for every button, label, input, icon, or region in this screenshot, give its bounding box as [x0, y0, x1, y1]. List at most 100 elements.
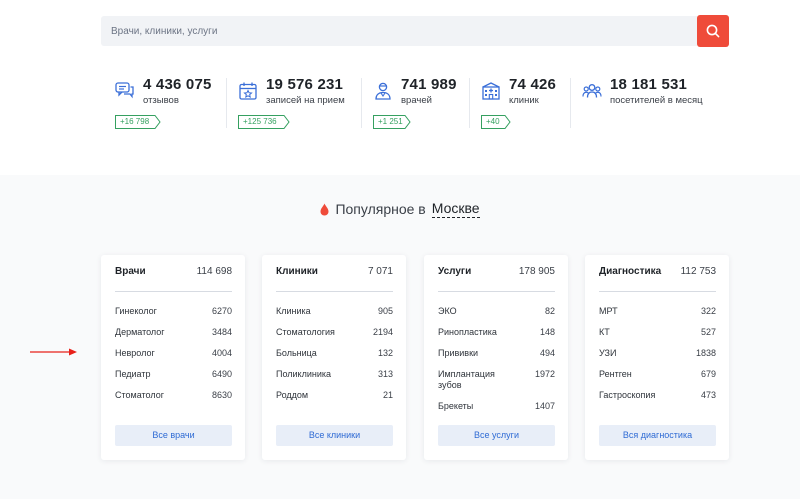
stat-value: 741 989 [401, 76, 457, 93]
item-name: Роддом [276, 390, 309, 400]
visitors-icon [582, 84, 602, 98]
all-diagnostics-button[interactable]: Вся диагностика [599, 425, 716, 446]
stat-label: посетителей в месяц [610, 95, 703, 106]
list-item[interactable]: ЭКО 82 [438, 306, 555, 317]
list-item[interactable]: Роддом 21 [276, 390, 393, 401]
stat-delta-badge: +16 798 [115, 115, 161, 129]
list-item[interactable]: Дерматолог 3484 [115, 327, 232, 338]
list-item[interactable]: КТ 527 [599, 327, 716, 338]
list-item[interactable]: Стоматолог 8630 [115, 390, 232, 401]
location-drop-icon [320, 203, 329, 215]
item-count: 1972 [534, 369, 555, 379]
item-count: 322 [700, 306, 716, 316]
list-item[interactable]: Ринопластика 148 [438, 327, 555, 338]
divider [469, 78, 470, 128]
item-count: 8630 [211, 390, 232, 400]
list-item[interactable]: Прививки 494 [438, 348, 555, 359]
item-count: 3484 [211, 327, 232, 337]
card-header: Врачи 114 698 [115, 266, 232, 277]
stat-reviews: 4 436 075 отзывов +16 798 [115, 76, 225, 136]
stat-clinics: 74 426 клиник +40 [481, 76, 566, 136]
all-clinics-button[interactable]: Все клиники [276, 425, 393, 446]
item-name: Прививки [438, 348, 479, 358]
stat-delta: +40 [486, 117, 500, 126]
card-title[interactable]: Услуги [438, 266, 471, 277]
item-name: Имплантация зубов [438, 369, 495, 390]
card-count: 178 905 [518, 266, 555, 277]
list-item[interactable]: Поликлиника 313 [276, 369, 393, 380]
list-item[interactable]: УЗИ 1838 [599, 348, 716, 359]
card-title[interactable]: Диагностика [599, 266, 661, 277]
city-selector[interactable]: Москве [431, 200, 480, 218]
list-item[interactable]: Клиника 905 [276, 306, 393, 317]
item-name: Рентген [599, 369, 632, 379]
item-name: Гастроскопия [599, 390, 656, 400]
list-item[interactable]: Больница 132 [276, 348, 393, 359]
item-count: 148 [539, 327, 555, 337]
stat-value: 74 426 [509, 76, 557, 93]
list-item[interactable]: Гастроскопия 473 [599, 390, 716, 401]
search-input[interactable] [101, 16, 697, 46]
stat-appointments: 19 576 231 записей на прием +125 736 [238, 76, 368, 136]
divider [361, 78, 362, 128]
item-name: Поликлиника [276, 369, 332, 379]
item-count: 6270 [211, 306, 232, 316]
list-item[interactable]: Педиатр 6490 [115, 369, 232, 380]
list-item[interactable]: Имплантация зубов 1972 [438, 369, 555, 391]
card-divider [115, 291, 232, 292]
item-count: 1407 [534, 401, 555, 411]
list-item[interactable]: Гинеколог 6270 [115, 306, 232, 317]
search-icon [706, 24, 720, 38]
card-count: 114 698 [196, 266, 232, 277]
popular-prefix: Популярное в [335, 201, 426, 217]
card-clinics: Клиники 7 071 Клиника 905 Стоматология 219… [262, 255, 406, 460]
item-count: 905 [377, 306, 393, 316]
card-divider [438, 291, 555, 292]
item-count: 6490 [211, 369, 232, 379]
item-count: 494 [539, 348, 555, 358]
doctor-icon [375, 82, 391, 100]
stat-visitors: 18 181 531 посетителей в месяц [582, 76, 722, 136]
search-button[interactable] [697, 15, 729, 47]
stat-label: врачей [401, 95, 432, 106]
stat-value: 4 436 075 [143, 76, 212, 93]
card-count: 7 071 [367, 266, 393, 277]
stat-value: 18 181 531 [610, 76, 688, 93]
list-item[interactable]: Невролог 4004 [115, 348, 232, 359]
card-title[interactable]: Врачи [115, 266, 146, 277]
item-count: 132 [377, 348, 393, 358]
item-name: Брекеты [438, 401, 474, 411]
list-item[interactable]: МРТ 322 [599, 306, 716, 317]
stat-delta: +125 736 [243, 117, 277, 126]
calendar-icon [239, 82, 257, 100]
item-count: 527 [700, 327, 716, 337]
card-divider [599, 291, 716, 292]
item-count: 679 [700, 369, 716, 379]
item-name: Клиника [276, 306, 311, 316]
card-doctors: Врачи 114 698 Гинеколог 6270 Дерматолог 34… [101, 255, 245, 460]
item-name: ЭКО [438, 306, 457, 316]
list-item[interactable]: Рентген 679 [599, 369, 716, 380]
item-count: 1838 [695, 348, 716, 358]
item-name: Невролог [115, 348, 155, 358]
stat-label: отзывов [143, 95, 179, 106]
list-item[interactable]: Брекеты 1407 [438, 401, 555, 412]
stat-doctors: 741 989 врачей +1 251 [373, 76, 468, 136]
stat-label: клиник [509, 95, 539, 106]
card-title[interactable]: Клиники [276, 266, 318, 277]
stat-label: записей на прием [266, 95, 345, 106]
all-doctors-button[interactable]: Все врачи [115, 425, 232, 446]
red-arrow-icon [30, 348, 77, 356]
popular-heading: Популярное в Москве [0, 200, 800, 220]
stat-value: 19 576 231 [266, 76, 344, 93]
item-name: Гинеколог [115, 306, 157, 316]
stat-delta-badge: +1 251 [373, 115, 411, 129]
list-item[interactable]: Стоматология 2194 [276, 327, 393, 338]
divider [570, 78, 571, 128]
item-name: Ринопластика [438, 327, 497, 337]
item-count: 313 [377, 369, 393, 379]
item-name: МРТ [599, 306, 618, 316]
all-services-button[interactable]: Все услуги [438, 425, 555, 446]
item-count: 2194 [372, 327, 393, 337]
item-count: 21 [382, 390, 393, 400]
